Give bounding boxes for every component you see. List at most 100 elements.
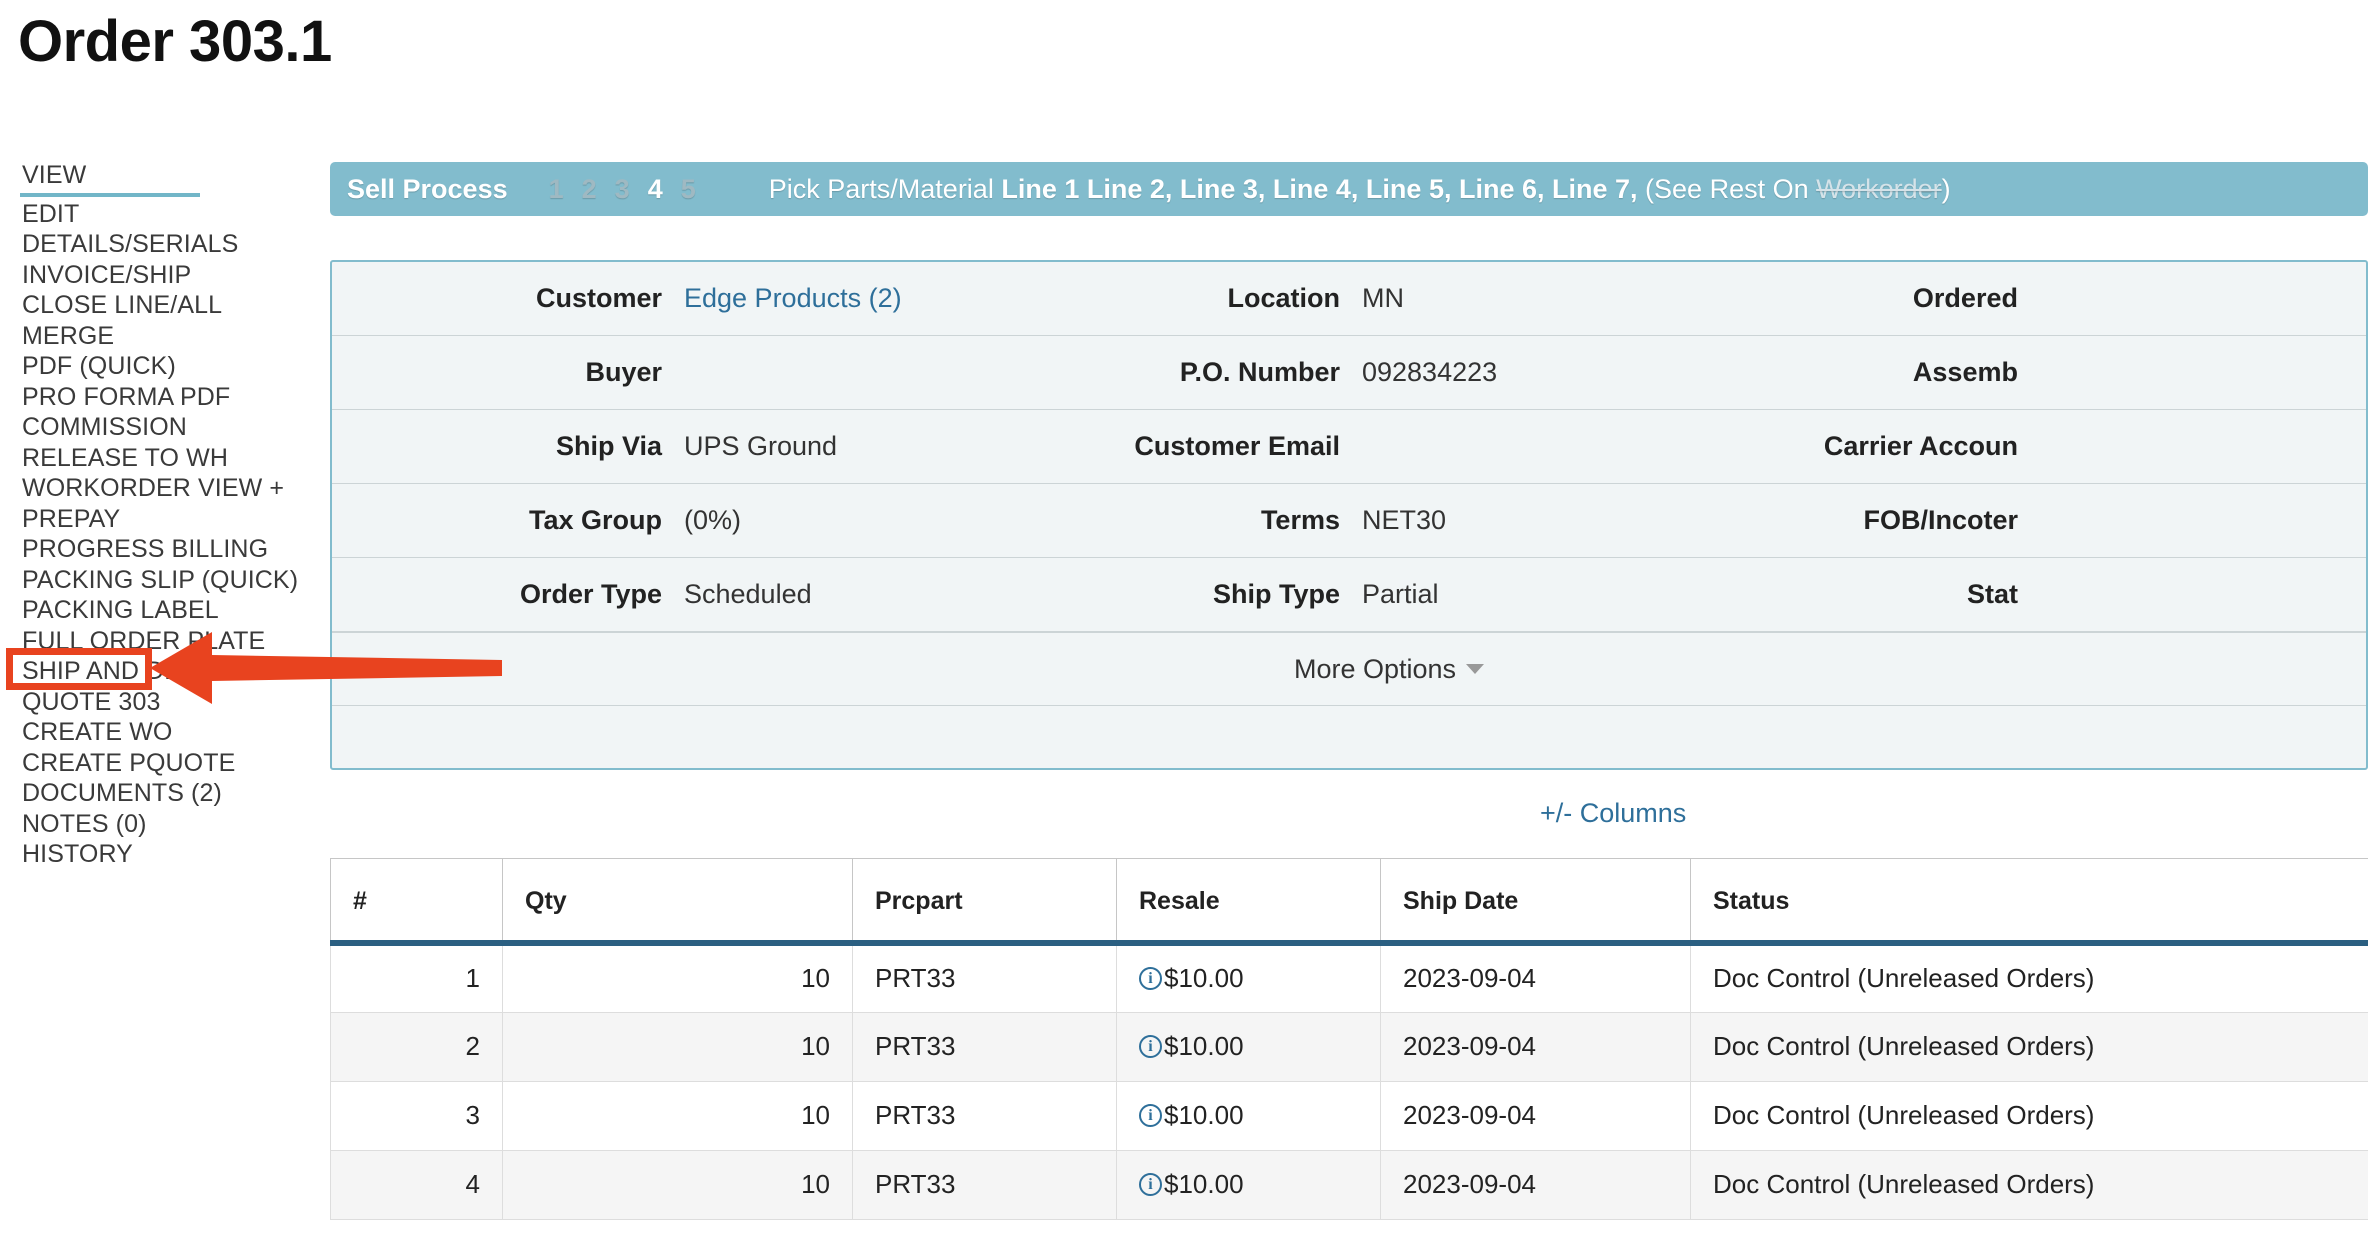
sidebar-item-notes-0[interactable]: NOTES (0) bbox=[20, 809, 302, 840]
table-header-qty[interactable]: Qty bbox=[503, 859, 853, 944]
info-field-label: Ship Via bbox=[332, 431, 684, 462]
sell-process-step-4[interactable]: 4 bbox=[648, 174, 663, 204]
info-field-label: FOB/Incoter bbox=[1688, 505, 2040, 536]
table-body: 110PRT33i$10.002023-09-04Doc Control (Un… bbox=[331, 943, 2368, 1219]
sidebar-item-label: PROGRESS BILLING bbox=[22, 535, 268, 563]
sidebar-item-packing-label[interactable]: PACKING LABEL bbox=[20, 595, 302, 626]
info-field-label: Carrier Accoun bbox=[1688, 431, 2040, 462]
cell-prcpart[interactable]: PRT33 bbox=[853, 943, 1117, 1012]
table-row[interactable]: 410PRT33i$10.002023-09-04Doc Control (Un… bbox=[331, 1150, 2368, 1219]
more-options-button[interactable]: More Options bbox=[1294, 654, 1456, 685]
sell-process-bar[interactable]: Sell Process12345Pick Parts/Material Lin… bbox=[330, 162, 2368, 216]
cell-line-number[interactable]: 3 bbox=[331, 1081, 503, 1150]
sidebar-item-pro-forma-pdf[interactable]: PRO FORMA PDF bbox=[20, 382, 302, 413]
cell-resale: i$10.00 bbox=[1117, 1081, 1381, 1150]
info-field-label: Location bbox=[1010, 283, 1362, 314]
info-circle-icon[interactable]: i bbox=[1139, 967, 1162, 990]
sidebar-item-documents-2[interactable]: DOCUMENTS (2) bbox=[20, 778, 302, 809]
sidebar-item-label: DETAILS/SERIALS bbox=[22, 230, 238, 258]
cell-qty: 10 bbox=[503, 1150, 853, 1219]
info-field-carrier-accoun: Carrier Accoun bbox=[1688, 410, 2366, 483]
sidebar-item-invoice-ship[interactable]: INVOICE/SHIP bbox=[20, 260, 302, 291]
info-field-fob-incoter: FOB/Incoter bbox=[1688, 484, 2366, 557]
cell-resale: i$10.00 bbox=[1117, 943, 1381, 1012]
sidebar-item-label: FULL ORDER PLATE bbox=[22, 627, 265, 655]
sidebar-item-workorder-view[interactable]: WORKORDER VIEW + bbox=[20, 473, 302, 504]
info-field-ship-type: Ship TypePartial bbox=[1010, 558, 1688, 631]
cell-resale-value: $10.00 bbox=[1164, 1031, 1244, 1061]
table-header-row: #QtyPrcpartResaleShip DateStatus bbox=[331, 859, 2368, 944]
sidebar-item-label: HISTORY bbox=[22, 840, 133, 868]
info-field-customer-email: Customer Email bbox=[1010, 410, 1688, 483]
sidebar-item-progress-billing[interactable]: PROGRESS BILLING bbox=[20, 534, 302, 565]
cell-prcpart[interactable]: PRT33 bbox=[853, 1081, 1117, 1150]
sidebar-item-quote-303[interactable]: QUOTE 303 bbox=[20, 687, 302, 718]
sell-process-step-2[interactable]: 2 bbox=[582, 174, 597, 204]
sidebar-item-close-line-all[interactable]: CLOSE LINE/ALL bbox=[20, 290, 302, 321]
info-field-label: Ordered bbox=[1688, 283, 2040, 314]
sell-process-step-1[interactable]: 1 bbox=[549, 174, 564, 204]
order-detail-page: Order 303.1 VIEWEDITDETAILS/SERIALSINVOI… bbox=[0, 0, 2368, 1238]
sidebar-item-label: WORKORDER VIEW + bbox=[22, 474, 284, 502]
table-row[interactable]: 310PRT33i$10.002023-09-04Doc Control (Un… bbox=[331, 1081, 2368, 1150]
order-lines-table: #QtyPrcpartResaleShip DateStatus 110PRT3… bbox=[330, 858, 2368, 1220]
info-circle-icon[interactable]: i bbox=[1139, 1173, 1162, 1196]
table-header-ship-date[interactable]: Ship Date bbox=[1381, 859, 1691, 944]
info-field-value[interactable]: Edge Products (2) bbox=[684, 283, 902, 314]
cell-resale: i$10.00 bbox=[1117, 1150, 1381, 1219]
sidebar-item-ship-and-debits[interactable]: SHIP AND DEBITS bbox=[20, 656, 302, 687]
info-row: CustomerEdge Products (2)LocationMNOrder… bbox=[332, 262, 2366, 336]
toggle-columns-link[interactable]: +/- Columns bbox=[1540, 798, 1686, 829]
cell-resale-value: $10.00 bbox=[1164, 1100, 1244, 1130]
order-info-panel: CustomerEdge Products (2)LocationMNOrder… bbox=[330, 260, 2368, 770]
sidebar-item-details-serials[interactable]: DETAILS/SERIALS bbox=[20, 229, 302, 260]
info-field-label: P.O. Number bbox=[1010, 357, 1362, 388]
table-header-resale[interactable]: Resale bbox=[1117, 859, 1381, 944]
cell-line-number[interactable]: 4 bbox=[331, 1150, 503, 1219]
sidebar-item-merge[interactable]: MERGE bbox=[20, 321, 302, 352]
table-row[interactable]: 210PRT33i$10.002023-09-04Doc Control (Un… bbox=[331, 1012, 2368, 1081]
sidebar-item-label: MERGE bbox=[22, 322, 114, 350]
sidebar-item-label: PDF (QUICK) bbox=[22, 352, 176, 380]
sidebar-item-label: DOCUMENTS (2) bbox=[22, 779, 222, 807]
table-header-[interactable]: # bbox=[331, 859, 503, 944]
info-circle-icon[interactable]: i bbox=[1139, 1035, 1162, 1058]
more-options-row[interactable]: More Options bbox=[332, 632, 2366, 706]
sidebar-item-create-wo[interactable]: CREATE WO bbox=[20, 717, 302, 748]
info-field-order-type: Order TypeScheduled bbox=[332, 558, 1010, 631]
sidebar-item-create-pquote[interactable]: CREATE PQUOTE bbox=[20, 748, 302, 779]
cell-line-number[interactable]: 2 bbox=[331, 1012, 503, 1081]
table-header-status[interactable]: Status bbox=[1691, 859, 2368, 944]
sidebar-item-label: PACKING LABEL bbox=[22, 596, 219, 624]
sell-process-stage: Pick Parts/Material bbox=[769, 174, 994, 204]
info-field-value: Scheduled bbox=[684, 579, 812, 610]
cell-line-number[interactable]: 1 bbox=[331, 943, 503, 1012]
sidebar-item-history[interactable]: HISTORY bbox=[20, 839, 302, 870]
sell-process-step-5[interactable]: 5 bbox=[681, 174, 696, 204]
sidebar-item-release-to-wh[interactable]: RELEASE TO WH bbox=[20, 443, 302, 474]
info-circle-icon[interactable]: i bbox=[1139, 1104, 1162, 1127]
cell-prcpart[interactable]: PRT33 bbox=[853, 1012, 1117, 1081]
sidebar-item-pdf-quick[interactable]: PDF (QUICK) bbox=[20, 351, 302, 382]
sidebar-item-edit[interactable]: EDIT bbox=[20, 199, 302, 230]
sidebar-item-view[interactable]: VIEW bbox=[20, 160, 200, 197]
sell-process-step-3[interactable]: 3 bbox=[615, 174, 630, 204]
table-row[interactable]: 110PRT33i$10.002023-09-04Doc Control (Un… bbox=[331, 943, 2368, 1012]
info-field-assemb: Assemb bbox=[1688, 336, 2366, 409]
sidebar-item-label: NOTES (0) bbox=[22, 810, 147, 838]
info-field-label: Assemb bbox=[1688, 357, 2040, 388]
sidebar-item-commission[interactable]: COMMISSION bbox=[20, 412, 302, 443]
sidebar-item-label: PACKING SLIP (QUICK) bbox=[22, 566, 298, 594]
table-header-prcpart[interactable]: Prcpart bbox=[853, 859, 1117, 944]
sidebar-item-label: CLOSE LINE/ALL bbox=[22, 291, 222, 319]
info-field-tax-group: Tax Group(0%) bbox=[332, 484, 1010, 557]
sidebar-item-packing-slip-quick[interactable]: PACKING SLIP (QUICK) bbox=[20, 565, 302, 596]
info-field-value: NET30 bbox=[1362, 505, 1446, 536]
info-field-label: Tax Group bbox=[332, 505, 684, 536]
cell-prcpart[interactable]: PRT33 bbox=[853, 1150, 1117, 1219]
sidebar-item-prepay[interactable]: PREPAY bbox=[20, 504, 302, 535]
sidebar-item-full-order-plate[interactable]: FULL ORDER PLATE bbox=[20, 626, 302, 657]
info-field-label: Customer bbox=[332, 283, 684, 314]
order-lines-table-wrapper: #QtyPrcpartResaleShip DateStatus 110PRT3… bbox=[330, 858, 2368, 1220]
sidebar-item-label: EDIT bbox=[22, 200, 79, 228]
